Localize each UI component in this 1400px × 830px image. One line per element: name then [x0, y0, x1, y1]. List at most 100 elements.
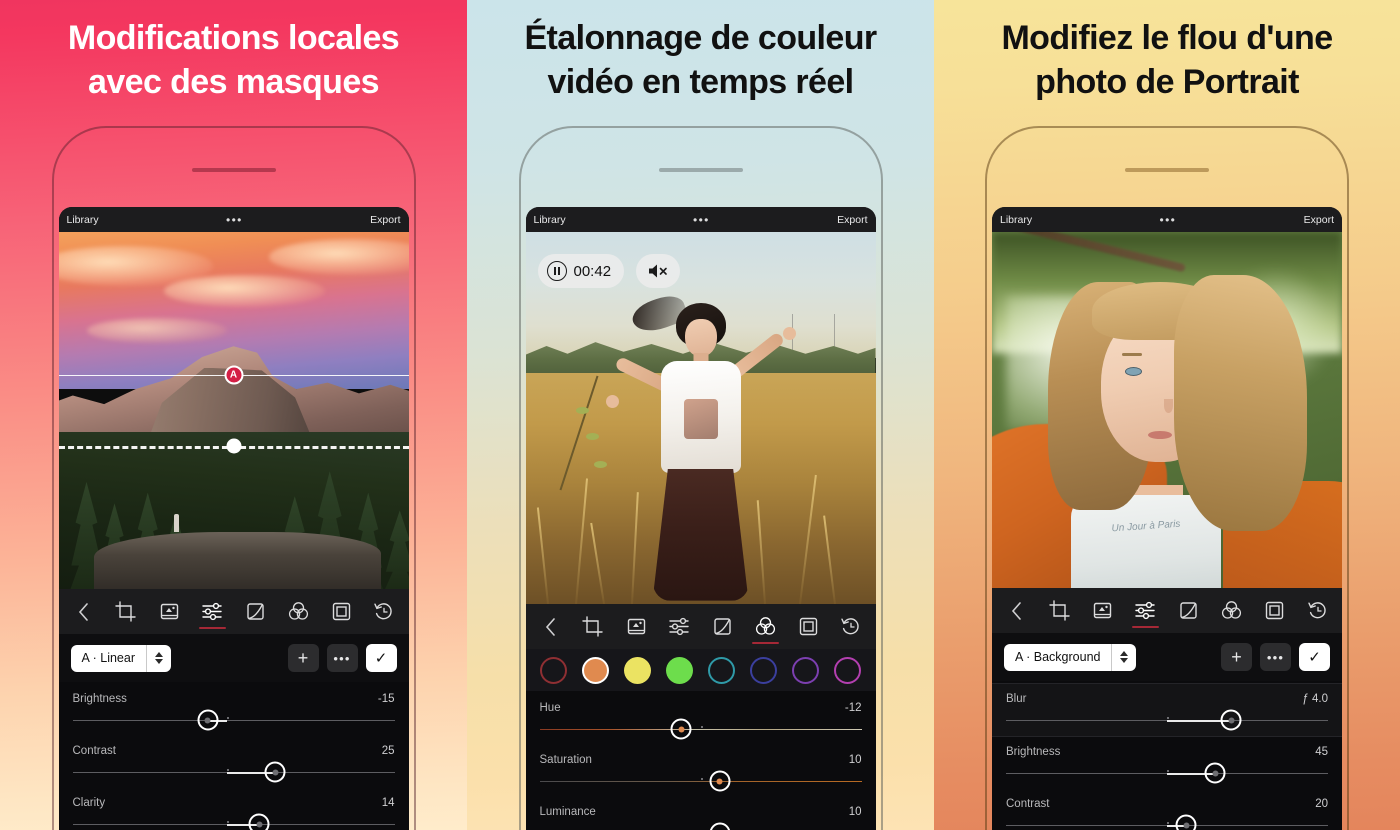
- slider-default-tick: [227, 821, 230, 823]
- frame-icon[interactable]: [326, 592, 357, 632]
- curves-icon[interactable]: [1173, 591, 1204, 631]
- slider-label: Hue: [539, 702, 561, 714]
- slider-knob[interactable]: [197, 709, 219, 731]
- adjust-sliders-icon[interactable]: [1130, 591, 1161, 631]
- slider-row[interactable]: Luminance 10: [526, 797, 876, 830]
- back-chevron-icon[interactable]: [535, 607, 566, 647]
- slider-track[interactable]: [1006, 762, 1328, 785]
- slider-track[interactable]: [539, 770, 862, 793]
- presets-icon[interactable]: [1087, 591, 1118, 631]
- adjust-sliders-icon[interactable]: [197, 592, 228, 632]
- swatch-purple[interactable]: [792, 656, 820, 684]
- video-canvas[interactable]: 00:42: [525, 232, 876, 604]
- curves-icon[interactable]: [707, 607, 738, 647]
- mask-actions: + ••• ✓: [1221, 643, 1330, 671]
- slider-row[interactable]: Clarity 14: [59, 788, 409, 830]
- slider-label: Saturation: [539, 754, 592, 766]
- slider-knob[interactable]: [1204, 762, 1226, 784]
- slider-default-tick: [227, 717, 230, 719]
- crop-icon[interactable]: [578, 607, 609, 647]
- history-icon[interactable]: [836, 607, 867, 647]
- more-options-button[interactable]: •••: [226, 214, 243, 226]
- slider-value: 20: [1315, 798, 1328, 810]
- slider-knob[interactable]: [709, 770, 731, 792]
- mask-more-button[interactable]: •••: [1260, 643, 1291, 671]
- slider-knob[interactable]: [1175, 814, 1197, 830]
- more-options-button[interactable]: •••: [1159, 214, 1176, 226]
- color-wheels-icon[interactable]: [750, 607, 781, 647]
- back-chevron-icon[interactable]: [68, 592, 99, 632]
- photo-canvas[interactable]: A: [58, 232, 409, 589]
- swatch-yellow[interactable]: [623, 656, 651, 684]
- add-mask-button[interactable]: +: [1221, 643, 1252, 671]
- slider-row[interactable]: Hue -12: [526, 693, 876, 745]
- presets-icon[interactable]: [621, 607, 652, 647]
- library-button[interactable]: Library: [1000, 214, 1032, 226]
- curves-icon[interactable]: [240, 592, 271, 632]
- slider-knob[interactable]: [709, 822, 731, 830]
- slider-row[interactable]: Saturation 10: [526, 745, 876, 797]
- slider-knob[interactable]: [1220, 709, 1242, 731]
- mute-toggle-button[interactable]: [636, 254, 681, 288]
- frame-icon[interactable]: [793, 607, 824, 647]
- playback-pill[interactable]: 00:42: [537, 254, 625, 288]
- slider-track[interactable]: [1006, 814, 1328, 830]
- add-mask-button[interactable]: +: [287, 644, 319, 672]
- slider-row[interactable]: Brightness -15: [59, 684, 409, 736]
- mask-selector[interactable]: A · Background: [1004, 643, 1137, 671]
- mask-selector[interactable]: A · Linear: [70, 644, 172, 672]
- swatch-red[interactable]: [539, 656, 567, 684]
- eyebrow-left: [1121, 353, 1142, 357]
- crop-icon[interactable]: [1044, 591, 1075, 631]
- slider-track[interactable]: [540, 822, 862, 830]
- slider-knob[interactable]: [248, 813, 270, 830]
- leaf: [593, 460, 607, 468]
- slider-label: Luminance: [539, 806, 596, 818]
- swatch-orange-selected[interactable]: [581, 656, 609, 684]
- slider-row[interactable]: Contrast 25: [59, 736, 409, 788]
- back-chevron-icon[interactable]: [1001, 591, 1032, 631]
- slider-track[interactable]: [72, 813, 395, 830]
- slider-track[interactable]: [539, 718, 862, 741]
- photo-canvas[interactable]: Un Jour à Paris: [992, 232, 1342, 588]
- mask-drag-handle[interactable]: [226, 438, 241, 454]
- frame-icon[interactable]: [1259, 591, 1290, 631]
- mask-stepper[interactable]: [1111, 643, 1136, 671]
- swatch-blue[interactable]: [750, 656, 778, 684]
- mask-more-button[interactable]: •••: [326, 644, 358, 672]
- mask-badge[interactable]: A: [224, 365, 243, 385]
- export-button[interactable]: Export: [837, 214, 867, 226]
- pause-icon[interactable]: [546, 261, 567, 281]
- showcase-panel-2: Étalonnage de couleur vidéo en temps rée…: [467, 0, 934, 830]
- slider-track[interactable]: [72, 709, 395, 732]
- swatch-cyan[interactable]: [708, 656, 736, 684]
- export-button[interactable]: Export: [370, 214, 400, 226]
- library-button[interactable]: Library: [534, 214, 566, 226]
- slider-row[interactable]: Brightness 45: [992, 737, 1342, 789]
- more-options-button[interactable]: •••: [693, 214, 710, 226]
- adjust-sliders-icon[interactable]: [664, 607, 695, 647]
- swatch-magenta[interactable]: [834, 656, 862, 684]
- swatch-green[interactable]: [665, 656, 693, 684]
- slider-knob[interactable]: [670, 718, 692, 740]
- slider-label: Blur: [1006, 693, 1027, 705]
- color-wheels-icon[interactable]: [283, 592, 314, 632]
- confirm-mask-button[interactable]: ✓: [1299, 643, 1330, 671]
- slider-value: 25: [381, 745, 395, 757]
- confirm-mask-button[interactable]: ✓: [365, 644, 397, 672]
- slider-track[interactable]: [72, 761, 395, 784]
- cloud: [86, 317, 227, 343]
- color-wheels-icon[interactable]: [1216, 591, 1247, 631]
- export-button[interactable]: Export: [1304, 214, 1334, 226]
- mask-stepper[interactable]: [146, 644, 171, 672]
- slider-knob[interactable]: [264, 761, 286, 783]
- library-button[interactable]: Library: [67, 214, 99, 226]
- slider-row-blur[interactable]: Blur ƒ 4.0: [992, 683, 1342, 737]
- presets-icon[interactable]: [154, 592, 185, 632]
- history-icon[interactable]: [1302, 591, 1333, 631]
- phone-speaker-grille: [1125, 168, 1209, 172]
- slider-row[interactable]: Contrast 20: [992, 789, 1342, 830]
- history-icon[interactable]: [369, 592, 400, 632]
- crop-icon[interactable]: [111, 592, 142, 632]
- slider-track[interactable]: [1006, 709, 1328, 732]
